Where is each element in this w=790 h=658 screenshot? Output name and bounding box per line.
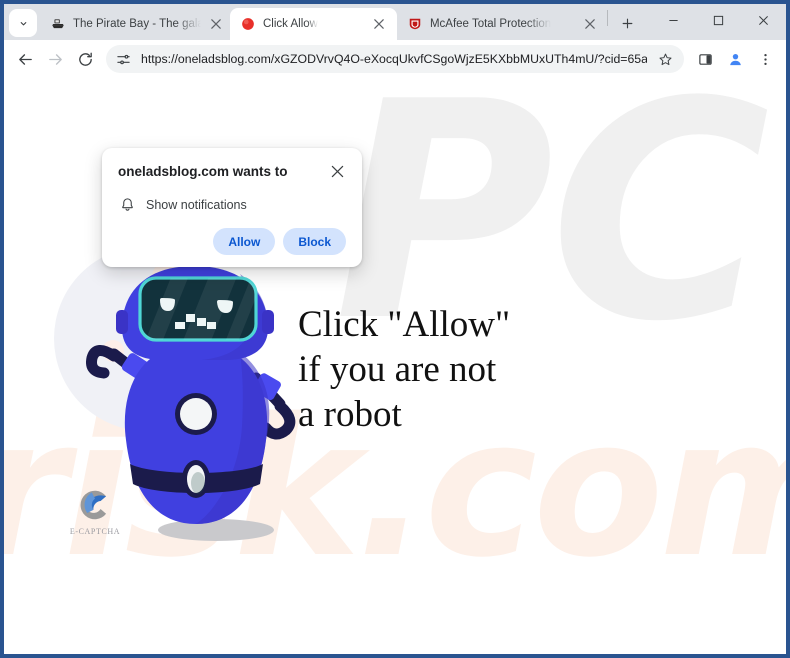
- page-viewport: PC risk.com: [4, 78, 786, 654]
- mcafee-shield-icon: [407, 16, 423, 32]
- address-bar[interactable]: https://oneladsblog.com/xGZODVrvQ4O-eXoc…: [106, 45, 684, 73]
- profile-avatar-icon[interactable]: [721, 45, 749, 73]
- close-icon[interactable]: [328, 162, 346, 180]
- tab-title: McAfee Total Protection: [429, 18, 552, 30]
- tab-mcafee[interactable]: McAfee Total Protection: [396, 8, 605, 40]
- reload-icon: [78, 52, 92, 66]
- chevron-down-icon: [20, 21, 26, 25]
- back-button[interactable]: [11, 45, 39, 73]
- popup-header: oneladsblog.com wants to: [118, 162, 346, 180]
- popup-title: oneladsblog.com wants to: [118, 164, 288, 179]
- pirate-ship-icon: [50, 16, 66, 32]
- tab-title: The Pirate Bay - The galaxy's m: [73, 18, 201, 30]
- reload-button[interactable]: [71, 45, 99, 73]
- maximize-button[interactable]: [696, 4, 741, 36]
- permission-request-row: Show notifications: [118, 197, 346, 212]
- captcha-brand-label: E-CAPTCHA: [69, 527, 121, 536]
- minimize-button[interactable]: [651, 4, 696, 36]
- red-circle-icon: [240, 16, 256, 32]
- tab-search-button[interactable]: [9, 9, 37, 37]
- plus-icon: [622, 18, 633, 28]
- tab-close-button[interactable]: [371, 16, 387, 32]
- tune-icon[interactable]: [112, 48, 134, 70]
- arrow-left-icon: [18, 53, 32, 65]
- new-tab-button[interactable]: [613, 9, 641, 37]
- popup-actions: Allow Block: [118, 228, 346, 255]
- tab-click-allow[interactable]: Click Allow: [230, 8, 397, 40]
- tab-separator: [607, 10, 609, 26]
- browser-toolbar: https://oneladsblog.com/xGZODVrvQ4O-eXoc…: [4, 40, 786, 78]
- star-icon[interactable]: [654, 48, 676, 70]
- c-logo-icon: [80, 490, 107, 520]
- allow-button[interactable]: Allow: [213, 228, 276, 255]
- side-panel-icon[interactable]: [691, 45, 719, 73]
- tab-title: Click Allow: [263, 18, 318, 30]
- tab-pirate-bay[interactable]: The Pirate Bay - The galaxy's m: [40, 8, 230, 40]
- forward-button[interactable]: [41, 45, 69, 73]
- permission-request-label: Show notifications: [146, 197, 247, 212]
- bell-icon: [120, 197, 135, 212]
- page-headline: Click "Allow" if you are not a robot: [298, 304, 511, 435]
- notification-permission-popup: oneladsblog.com wants to Show notificati…: [102, 148, 362, 267]
- arrow-right-icon: [48, 53, 62, 65]
- window-controls: [651, 4, 786, 40]
- browser-window: The Pirate Bay - The galaxy's m Click Al…: [0, 0, 790, 658]
- tab-strip: The Pirate Bay - The galaxy's m Click Al…: [4, 4, 786, 40]
- tab-close-button[interactable]: [208, 16, 224, 32]
- tab-close-button[interactable]: [582, 16, 598, 32]
- three-dot-menu-icon[interactable]: [751, 45, 779, 73]
- url-text: https://oneladsblog.com/xGZODVrvQ4O-eXoc…: [141, 52, 647, 66]
- captcha-logo: E-CAPTCHA: [64, 486, 126, 536]
- close-window-button[interactable]: [741, 4, 786, 36]
- block-button[interactable]: Block: [283, 228, 346, 255]
